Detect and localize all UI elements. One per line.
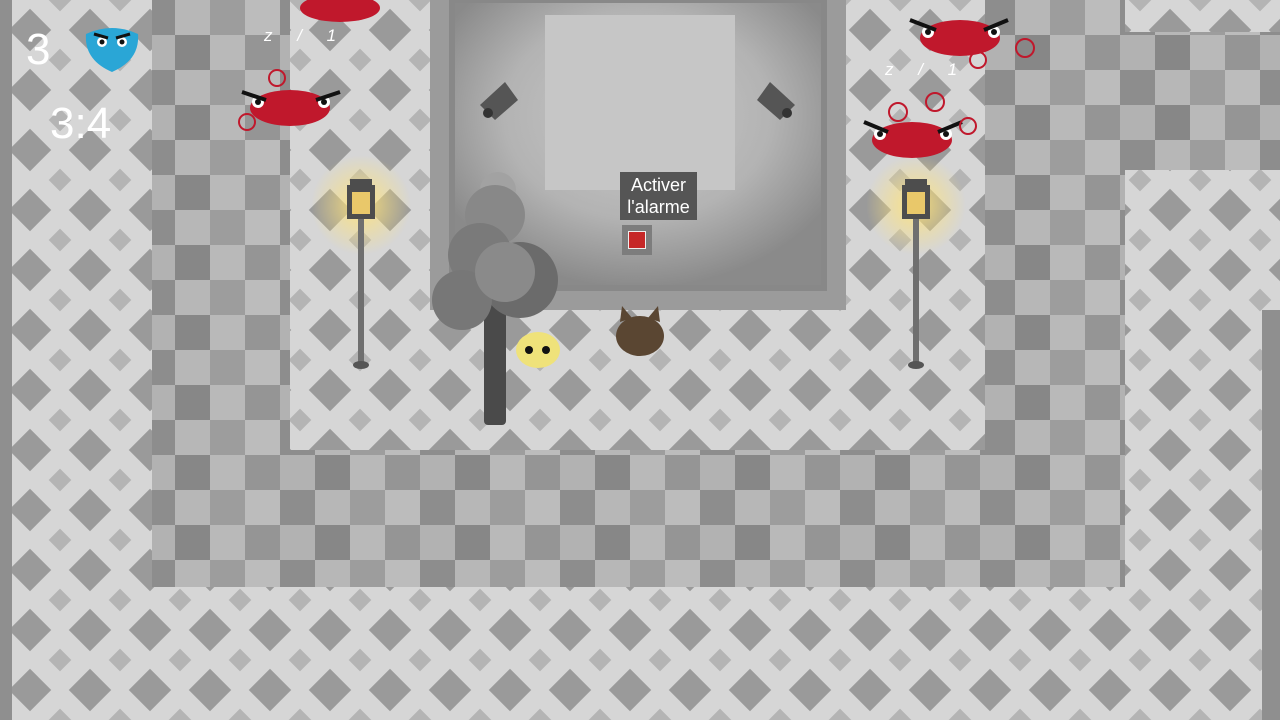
alarm-button-face[interactable] [628,231,646,249]
game-world [0,0,1280,720]
sleep-indicator: z / 1 [264,26,347,45]
alarm-tooltip: Activer l'alarme [620,172,697,220]
tooltip-line: Activer [630,175,686,195]
sleep-indicator: z / 1 [885,60,968,79]
activate-alarm-button[interactable] [622,225,652,255]
lives-counter: 3 [26,25,51,74]
player-avatar-icon [85,28,139,72]
round-timer: 3:4 [50,99,112,148]
tooltip-line: l'alarme [627,197,690,217]
ally-yellow-character [516,332,560,368]
